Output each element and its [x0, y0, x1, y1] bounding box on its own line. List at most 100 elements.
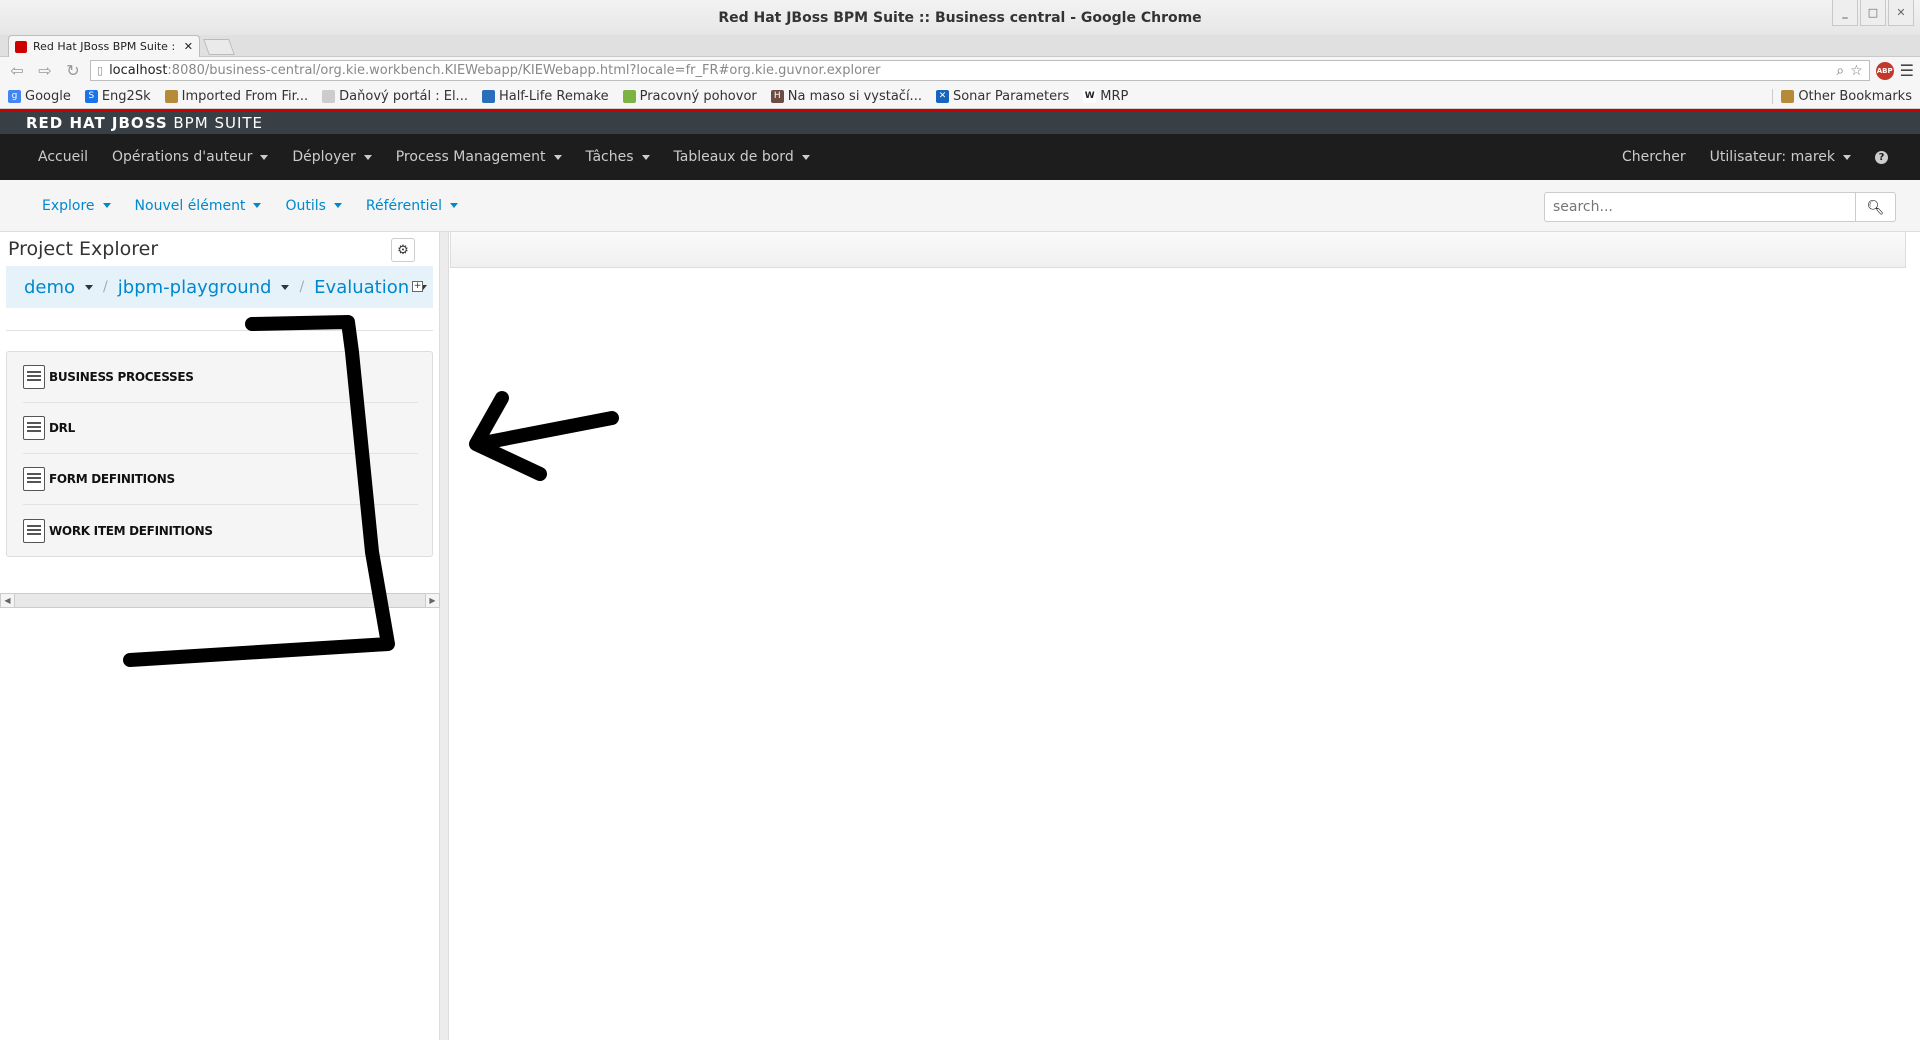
chevron-down-icon: [363, 154, 372, 160]
search-nav-item[interactable]: Chercher: [1610, 134, 1698, 180]
window-controls: _ □ ✕: [1832, 0, 1914, 26]
breadcrumb-item[interactable]: Evaluation: [314, 277, 428, 298]
close-tab-icon[interactable]: ✕: [184, 40, 193, 53]
main-navigation: Accueil Opérations d'auteur Déployer Proces…: [0, 134, 1920, 180]
folder-item[interactable]: BUSINESS PROCESSES: [23, 352, 418, 403]
main-nav-label: Déployer: [292, 149, 356, 165]
bookmark-label: Half-Life Remake: [498, 88, 609, 104]
expand-icon[interactable]: +: [412, 281, 423, 292]
divider: [6, 330, 433, 331]
maximize-button[interactable]: □: [1860, 0, 1886, 26]
back-icon[interactable]: ⇦: [6, 61, 28, 80]
main-nav-item[interactable]: Tableaux de bord: [662, 134, 822, 180]
brand-logo: RED HAT JBOSS BPM SUITE: [26, 114, 264, 132]
main-nav-label: Opérations d'auteur: [112, 149, 253, 165]
breadcrumb-label: demo: [24, 276, 76, 298]
main-nav-item[interactable]: Opérations d'auteur: [100, 134, 280, 180]
folder-label: FORM DEFINITIONS: [49, 472, 175, 486]
bookmark-item[interactable]: S Eng2Sk: [84, 88, 151, 104]
chevron-down-icon: [253, 203, 262, 208]
bookmark-item[interactable]: Half-Life Remake: [481, 88, 609, 104]
address-bar[interactable]: ▯ localhost:8080/business-central/org.ki…: [90, 60, 1870, 81]
editor-panel-header: [450, 232, 1906, 268]
bookmark-star-icon[interactable]: ☆: [1850, 63, 1863, 79]
new-tab-button[interactable]: [203, 39, 235, 55]
sub-nav-item[interactable]: Référentiel: [354, 198, 470, 214]
search-icon: 🔍︎: [1866, 198, 1885, 215]
sub-nav-label: Référentiel: [365, 197, 442, 214]
help-icon[interactable]: ?: [1863, 134, 1900, 180]
adblock-icon[interactable]: ABP: [1875, 61, 1894, 80]
folder-type-icon: [23, 416, 45, 440]
breadcrumb-item[interactable]: jbpm-playground: [118, 277, 290, 298]
browser-tab[interactable]: Red Hat JBoss BPM Suite : ✕: [8, 35, 200, 57]
bookmark-icon: W: [1083, 89, 1097, 103]
panel-title: Project Explorer: [8, 238, 159, 260]
folder-icon: [1781, 89, 1795, 103]
sub-nav-item[interactable]: Nouvel élément: [123, 198, 274, 214]
folder-label: DRL: [49, 421, 75, 435]
horizontal-scrollbar[interactable]: ◀ ▶: [0, 593, 440, 608]
tab-title: Red Hat JBoss BPM Suite :: [33, 40, 176, 53]
chevron-down-icon: [260, 154, 269, 160]
forward-icon[interactable]: ⇨: [34, 61, 56, 80]
zoom-icon[interactable]: ⌕: [1836, 63, 1844, 79]
search-input[interactable]: [1544, 192, 1856, 222]
bookmark-item[interactable]: Pracovný pohovor: [622, 88, 757, 104]
tab-strip: Red Hat JBoss BPM Suite : ✕: [0, 35, 1920, 57]
minimize-button[interactable]: _: [1832, 0, 1858, 26]
bookmark-item[interactable]: ✕ Sonar Parameters: [935, 89, 1069, 104]
other-bookmarks[interactable]: Other Bookmarks: [1772, 88, 1912, 104]
sub-nav-label: Explore: [42, 197, 95, 214]
bookmark-label: MRP: [1100, 88, 1129, 104]
url-text: localhost:8080/business-central/org.kie.…: [109, 63, 881, 78]
bookmark-icon: [622, 89, 636, 103]
bookmark-icon: S: [84, 89, 98, 103]
gear-icon[interactable]: ⚙: [391, 238, 415, 262]
folder-item[interactable]: FORM DEFINITIONS: [23, 454, 418, 505]
brand-bar: RED HAT JBOSS BPM SUITE: [0, 109, 1920, 134]
breadcrumb-label: jbpm-playground: [117, 276, 272, 298]
main-nav-item[interactable]: Tâches: [574, 134, 662, 180]
breadcrumb: demo / jbpm-playground / Evaluation +: [6, 266, 433, 308]
reload-icon[interactable]: ↻: [62, 61, 84, 80]
sub-nav-item[interactable]: Explore: [30, 198, 123, 214]
search-box: 🔍︎: [1544, 192, 1896, 222]
breadcrumb-separator: /: [103, 279, 108, 295]
folder-item[interactable]: WORK ITEM DEFINITIONS: [23, 505, 418, 556]
sub-nav-item[interactable]: Outils: [273, 198, 353, 214]
scroll-left-icon[interactable]: ◀: [1, 594, 15, 607]
bookmark-label: Eng2Sk: [101, 88, 151, 104]
breadcrumb-item[interactable]: demo: [24, 276, 94, 298]
scroll-right-icon[interactable]: ▶: [425, 594, 439, 607]
redhat-favicon-icon: [15, 40, 27, 53]
panel-splitter[interactable]: [440, 232, 449, 1040]
search-button[interactable]: 🔍︎: [1856, 192, 1896, 222]
chevron-down-icon: [281, 284, 290, 290]
main-nav-item[interactable]: Process Management: [384, 134, 574, 180]
bookmark-icon: [481, 89, 495, 103]
bookmark-icon: [322, 89, 336, 103]
bookmark-item[interactable]: W MRP: [1083, 89, 1128, 104]
folder-item[interactable]: DRL: [23, 403, 418, 454]
close-window-button[interactable]: ✕: [1888, 0, 1914, 26]
bookmark-label: Pracovný pohovor: [639, 88, 757, 104]
user-menu[interactable]: Utilisateur: marek: [1698, 134, 1863, 180]
main-nav-item[interactable]: Accueil: [26, 134, 100, 180]
folder-type-icon: [23, 467, 45, 491]
main-nav-item[interactable]: Déployer: [280, 134, 383, 180]
bookmark-label: Daňový portál : El...: [339, 88, 468, 104]
bookmark-item[interactable]: Daňový portál : El...: [322, 89, 468, 104]
bookmark-item[interactable]: Imported From Fir...: [164, 89, 308, 104]
folder-type-icon: [23, 518, 45, 543]
chevron-down-icon: [553, 154, 562, 160]
bookmark-item[interactable]: H Na maso si vystačí...: [770, 89, 922, 104]
bookmark-item[interactable]: g Google: [8, 89, 71, 104]
folder-list: BUSINESS PROCESSES DRL FORM DEFINITIONS WOR…: [6, 351, 433, 557]
main-nav-label: Process Management: [395, 149, 546, 165]
bookmark-label: Google: [25, 88, 71, 104]
chrome-menu-icon[interactable]: ☰: [1900, 61, 1914, 80]
window-title-bar: Red Hat JBoss BPM Suite :: Business cent…: [0, 0, 1920, 35]
browser-toolbar: ⇦ ⇨ ↻ ▯ localhost:8080/business-central/…: [0, 57, 1920, 84]
main-nav-label: Tâches: [585, 149, 634, 165]
